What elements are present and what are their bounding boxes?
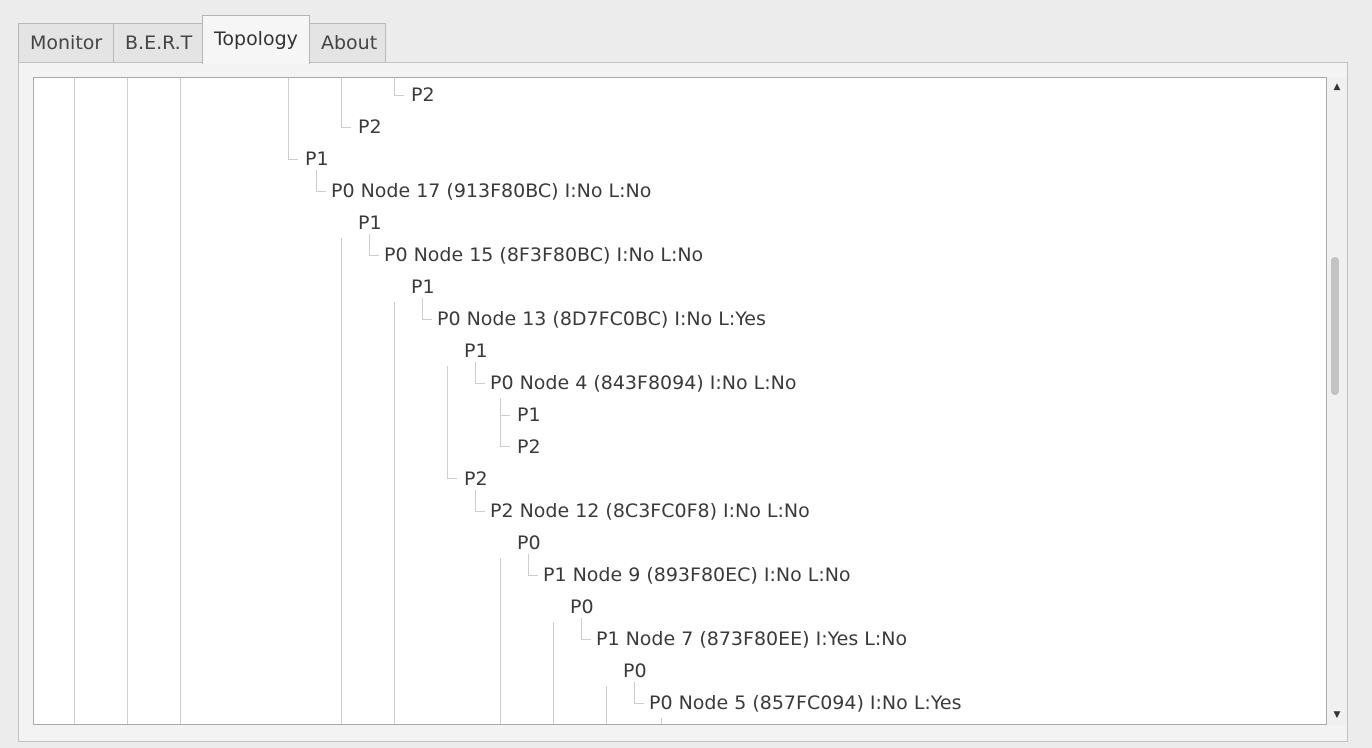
- arrow-up-icon[interactable]: ▲: [1327, 77, 1347, 97]
- tab-about[interactable]: About: [309, 23, 386, 63]
- tree-guide-line: [288, 78, 289, 160]
- tree-guide-line: [500, 446, 510, 447]
- tree-guide-line: [341, 127, 351, 128]
- tree-guide-line: [581, 618, 582, 640]
- tree-node[interactable]: P0 Node 15 (8F3F80BC) I:No L:No: [384, 243, 703, 267]
- tree-guide-line: [528, 575, 538, 576]
- tree-guide-line: [341, 238, 342, 724]
- tree-guide-line: [475, 383, 485, 384]
- tree-guide-line: [422, 319, 432, 320]
- tree-guide-line: [606, 686, 607, 724]
- tree-guide-line: [341, 78, 342, 128]
- tree-guide-line: [394, 302, 395, 724]
- tree-node[interactable]: P2: [517, 435, 541, 459]
- tree-guide-line: [288, 159, 298, 160]
- tree-guide-line: [475, 362, 476, 384]
- tree-node[interactable]: P0 Node 17 (913F80BC) I:No L:No: [331, 179, 651, 203]
- topology-tree[interactable]: P2 P2 P1 P0 Node 17 (913F80BC) I:No L:No…: [33, 77, 1327, 725]
- tree-node[interactable]: P0: [570, 595, 594, 619]
- vertical-scrollbar[interactable]: ▲ ▼: [1327, 77, 1347, 725]
- tree-guide-line: [634, 703, 644, 704]
- tree-node[interactable]: P1: [464, 339, 488, 363]
- tree-guide-line: [394, 95, 404, 96]
- tab-monitor[interactable]: Monitor: [18, 23, 114, 63]
- tree-guide-line: [316, 170, 317, 192]
- tree-guide-line: [74, 78, 75, 724]
- tree-guide-line: [475, 511, 485, 512]
- scrollbar-thumb[interactable]: [1331, 257, 1339, 395]
- tab-topology[interactable]: Topology: [202, 15, 310, 64]
- tree-guide-line: [634, 682, 635, 704]
- tree-guide-line: [528, 554, 529, 576]
- tree-node[interactable]: P0 Node 13 (8D7FC0BC) I:No L:Yes: [437, 307, 766, 331]
- tree-guide-line: [422, 298, 423, 320]
- tree-guide-line: [369, 234, 370, 256]
- tree-node[interactable]: P2: [464, 467, 488, 491]
- tree-guide-line: [581, 639, 591, 640]
- arrow-down-icon[interactable]: ▼: [1327, 705, 1347, 725]
- tree-node[interactable]: P2: [358, 115, 382, 139]
- tree-guide-line: [475, 490, 476, 512]
- tree-node[interactable]: P0: [517, 531, 541, 555]
- tree-node[interactable]: P1: [358, 211, 382, 235]
- tree-guide-line: [447, 478, 457, 479]
- tree-guide-line: [316, 191, 326, 192]
- tree-guide-line: [394, 78, 395, 96]
- tree-guide-line: [500, 398, 501, 447]
- tree-node[interactable]: P1: [517, 403, 541, 427]
- tree-guide-line: [447, 366, 448, 479]
- tree-node[interactable]: P1 Node 7 (873F80EE) I:Yes L:No: [596, 627, 907, 651]
- tree-node[interactable]: P1 Node 9 (893F80EC) I:No L:No: [543, 563, 851, 587]
- tree-node[interactable]: P2 Node 12 (8C3FC0F8) I:No L:No: [490, 499, 810, 523]
- tree-guide-line: [369, 255, 379, 256]
- tree-node[interactable]: P0 Node 5 (857FC094) I:No L:Yes: [649, 691, 961, 715]
- tree-node[interactable]: P1: [305, 147, 329, 171]
- tree-guide-line: [180, 78, 181, 724]
- tree-guide-line: [553, 622, 554, 724]
- tree-guide-line: [500, 415, 510, 416]
- tree-guide-line: [661, 718, 662, 724]
- tree-node[interactable]: P0 Node 4 (843F8094) I:No L:No: [490, 371, 796, 395]
- tab-bert[interactable]: B.E.R.T: [113, 23, 203, 63]
- tree-node[interactable]: P0: [623, 659, 647, 683]
- tree-guide-line: [500, 558, 501, 724]
- tree-node[interactable]: P2: [411, 83, 435, 107]
- tree-node[interactable]: P1: [411, 275, 435, 299]
- tree-guide-line: [127, 78, 128, 724]
